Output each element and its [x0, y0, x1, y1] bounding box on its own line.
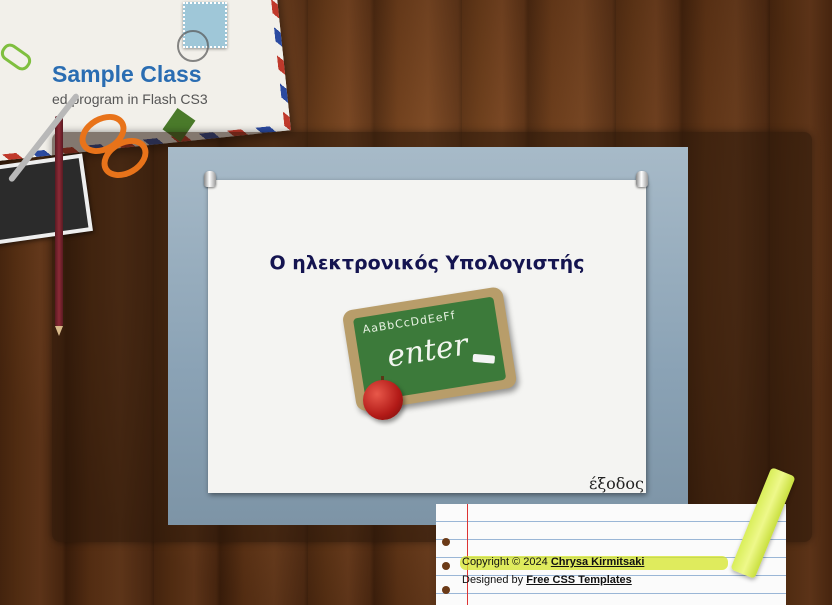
postmark-icon — [177, 30, 209, 62]
copyright-text: Copyright © 2024 — [462, 556, 548, 568]
designed-by-line: Designed by Free CSS Templates — [462, 574, 632, 586]
exit-button[interactable]: έξοδος — [589, 474, 644, 493]
pushpin-icon — [636, 171, 648, 187]
copyright-line: Copyright © 2024 Chrysa Kirmitsaki — [462, 556, 644, 568]
notebook-hole — [442, 586, 450, 594]
notebook-margin-line — [467, 504, 468, 605]
chalk-icon — [472, 353, 496, 364]
site-title[interactable]: Sample Class — [52, 61, 202, 88]
designed-by-text: Designed by — [462, 574, 524, 586]
notebook-hole — [442, 538, 450, 546]
apple-icon — [363, 380, 403, 420]
pushpin-icon — [204, 171, 216, 187]
notebook-hole — [442, 562, 450, 570]
pencil-icon — [55, 116, 63, 336]
notebook-footer — [436, 504, 786, 605]
author-link[interactable]: Chrysa Kirmitsaki — [551, 556, 645, 568]
enter-label[interactable]: enter — [385, 327, 471, 374]
app-title: Ο ηλεκτρονικός Υπολογιστής — [269, 252, 585, 274]
designer-link[interactable]: Free CSS Templates — [526, 574, 632, 586]
photo-decoration — [0, 153, 93, 245]
